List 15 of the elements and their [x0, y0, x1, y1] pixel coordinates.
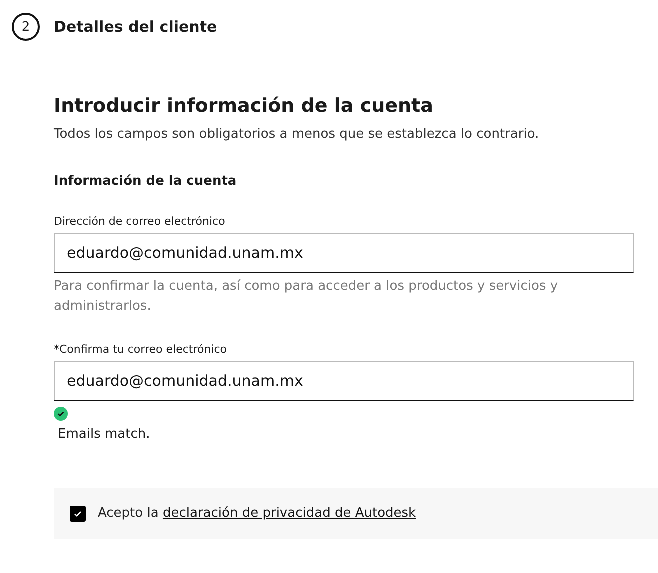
validation-message: Emails match. [58, 427, 152, 442]
page-heading: Introducir información de la cuenta [54, 95, 434, 117]
field-label: Dirección de correo electrónico [54, 215, 226, 228]
consent-checkbox[interactable] [70, 506, 86, 522]
step-title: Detalles del cliente [54, 18, 218, 36]
email-field[interactable]: eduardo@comunidad.unam.mx [54, 233, 634, 273]
step-number: 2 [12, 13, 40, 41]
privacy-link[interactable]: declaración de privacidad de Autodesk [162, 506, 416, 521]
success-check-icon [54, 407, 68, 421]
email-field[interactable]: eduardo@comunidad.unam.mx [54, 361, 634, 401]
consent-text: Acepto la declaración de privacidad de Autodesk [98, 506, 416, 521]
intro-text: Todos los campos son obligatorios a menos que se establezca lo contrario. [54, 127, 540, 142]
helper-text: Para confirmar la cuenta, así como para acceder a los productos y servicios y administrarlos. [54, 278, 560, 316]
section-title: Información de la cuenta [54, 174, 238, 189]
field-label: *Confirma tu correo electrónico [54, 343, 228, 356]
